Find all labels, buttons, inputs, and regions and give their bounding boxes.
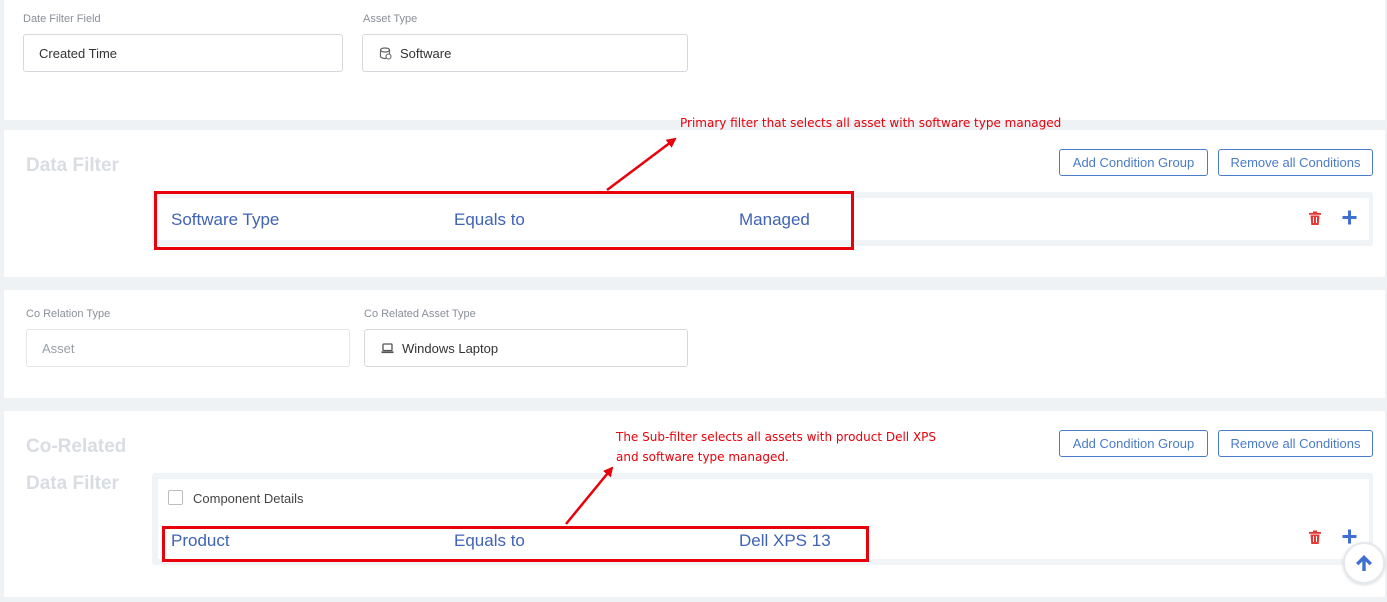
add-condition-plus-icon[interactable] [1342,210,1358,226]
co-relation-type-value: Asset [42,340,75,356]
component-details-checkbox[interactable] [168,490,183,505]
primary-filter-highlight [154,191,854,250]
asset-type-label: Asset Type [363,13,418,25]
arrow-up-icon [1354,553,1374,573]
date-filter-field-label: Date Filter Field [23,13,101,25]
component-details-label: Component Details [193,491,304,506]
remove-all-conditions-button[interactable]: Remove all Conditions [1218,430,1373,457]
remove-all-conditions-button[interactable]: Remove all Conditions [1218,149,1373,176]
trash-icon[interactable] [1308,211,1324,227]
data-filter-title: Data Filter [26,155,119,176]
co-related-asset-type-select[interactable]: Windows Laptop [364,329,688,367]
software-icon [378,46,392,60]
asset-type-select[interactable]: Software [362,34,688,72]
sub-filter-highlight [162,526,869,562]
asset-type-value: Software [400,45,452,61]
date-asset-card: Date Filter Field Created Time Asset Typ… [4,0,1385,120]
sub-filter-annotation-line1: The Sub-filter selects all assets with p… [616,430,937,444]
co-relation-card: Co Relation Type Asset Co Related Asset … [4,290,1385,398]
co-related-filter-title-line2: Data Filter [26,473,119,494]
add-condition-group-button[interactable]: Add Condition Group [1059,430,1208,457]
laptop-icon [380,341,394,355]
scroll-to-top-button[interactable] [1343,542,1385,584]
date-filter-field-value: Created Time [39,45,118,61]
trash-icon[interactable] [1308,530,1324,546]
date-filter-field-select[interactable]: Created Time [23,34,343,72]
add-condition-group-button[interactable]: Add Condition Group [1059,149,1208,176]
sub-filter-annotation-line2: and software type managed. [616,450,789,464]
primary-filter-annotation: Primary filter that selects all asset wi… [680,116,1062,130]
co-related-filter-title-line1: Co-Related [26,436,127,457]
co-related-asset-type-label: Co Related Asset Type [364,308,476,320]
co-related-asset-type-value: Windows Laptop [402,340,499,356]
co-relation-type-label: Co Relation Type [26,308,111,320]
co-relation-type-select[interactable]: Asset [26,329,350,367]
